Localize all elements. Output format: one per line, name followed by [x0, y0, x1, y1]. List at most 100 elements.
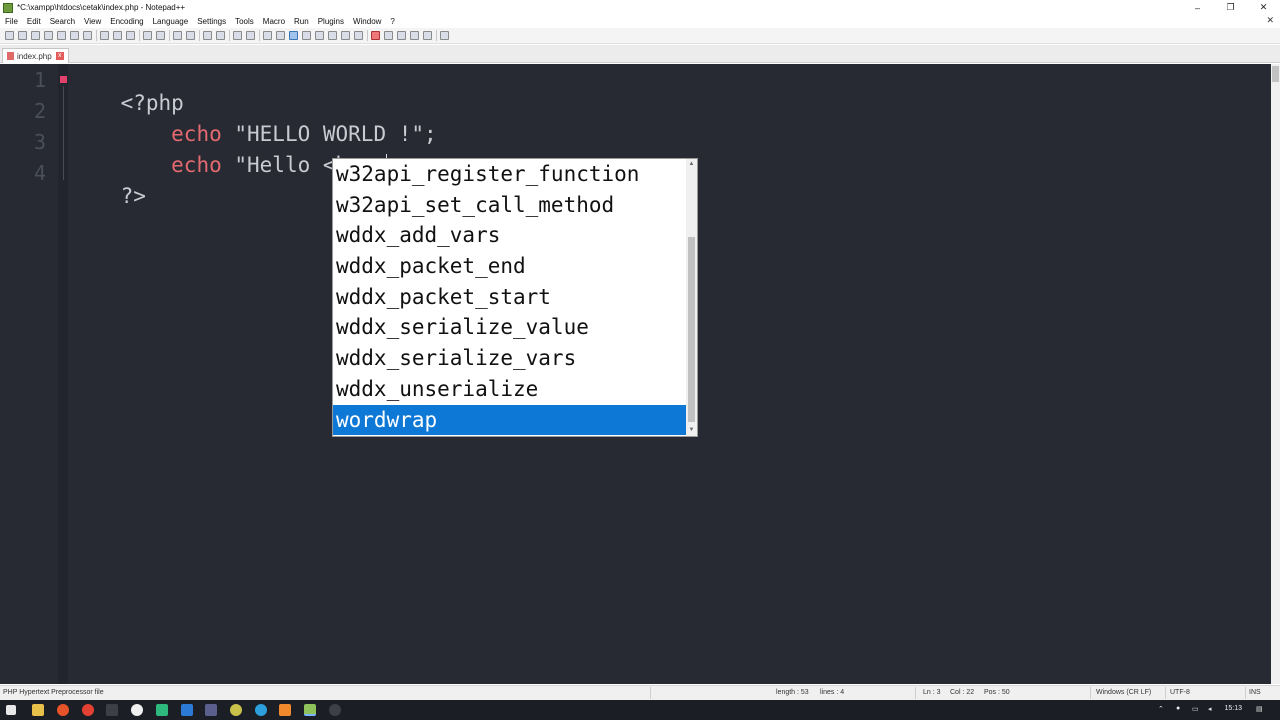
menu-file[interactable]: File: [5, 17, 18, 26]
vscode-icon[interactable]: [181, 704, 193, 716]
new-file-icon[interactable]: [5, 31, 14, 40]
close-file-icon[interactable]: [57, 31, 66, 40]
indent-guide-icon[interactable]: [289, 31, 298, 40]
scroll-up-arrow-icon[interactable]: ▲: [687, 160, 696, 169]
app-icon[interactable]: [131, 704, 143, 716]
print-icon[interactable]: [83, 31, 92, 40]
close-button[interactable]: ✕: [1247, 0, 1280, 15]
status-divider: [1245, 687, 1246, 699]
status-divider: [1090, 687, 1091, 699]
autocomplete-item-selected[interactable]: wordwrap: [333, 404, 688, 436]
title-bar: *C:\xampp\htdocs\cetak\index.php - Notep…: [0, 0, 1280, 15]
launch-in-browser-icon[interactable]: [440, 31, 449, 40]
volume-icon[interactable]: ◂: [1208, 705, 1212, 713]
tab-close-icon[interactable]: x: [55, 52, 64, 60]
autocomplete-item[interactable]: w32api_register_function: [333, 159, 688, 190]
close-all-icon[interactable]: [70, 31, 79, 40]
record-macro-icon[interactable]: [371, 31, 380, 40]
app-icon[interactable]: [205, 704, 217, 716]
menu-edit[interactable]: Edit: [27, 17, 41, 26]
firefox-icon[interactable]: [57, 704, 69, 716]
word-wrap-icon[interactable]: [263, 31, 272, 40]
autocomplete-item[interactable]: wddx_serialize_vars: [333, 343, 688, 374]
show-all-characters-icon[interactable]: [276, 31, 285, 40]
window-controls: – ❐ ✕: [1181, 0, 1280, 15]
user-defined-language-icon[interactable]: [302, 31, 311, 40]
close-document-icon[interactable]: ✕: [1266, 15, 1274, 26]
editor-vertical-scrollbar[interactable]: [1271, 64, 1280, 684]
microphone-icon[interactable]: ●: [1176, 705, 1180, 712]
menu-encoding[interactable]: Encoding: [110, 17, 143, 26]
scroll-down-arrow-icon[interactable]: ▼: [687, 426, 696, 435]
toolbar-separator: [259, 30, 260, 41]
menu-plugins[interactable]: Plugins: [318, 17, 344, 26]
function-list-icon[interactable]: [328, 31, 337, 40]
minimize-button[interactable]: –: [1181, 0, 1214, 15]
document-map-icon[interactable]: [315, 31, 324, 40]
autocomplete-item[interactable]: w32api_set_call_method: [333, 190, 688, 221]
fold-toggle-icon[interactable]: [60, 76, 67, 83]
menu-settings[interactable]: Settings: [197, 17, 226, 26]
telegram-icon[interactable]: [255, 704, 267, 716]
network-icon[interactable]: ▭: [1192, 705, 1199, 713]
redo-icon[interactable]: [156, 31, 165, 40]
terminal-icon[interactable]: [106, 704, 118, 716]
autocomplete-item[interactable]: wddx_packet_end: [333, 251, 688, 282]
app-icon[interactable]: [329, 704, 341, 716]
paste-icon[interactable]: [126, 31, 135, 40]
sync-horizontal-icon[interactable]: [246, 31, 255, 40]
autocomplete-scrollbar-thumb[interactable]: [688, 237, 695, 422]
autocomplete-scrollbar[interactable]: ▲ ▼: [686, 159, 697, 436]
tab-label: index.php: [17, 51, 52, 61]
chrome-icon[interactable]: [82, 704, 94, 716]
copy-icon[interactable]: [113, 31, 122, 40]
xampp-icon[interactable]: [279, 704, 291, 716]
cut-icon[interactable]: [100, 31, 109, 40]
save-all-icon[interactable]: [44, 31, 53, 40]
stop-recording-icon[interactable]: [384, 31, 393, 40]
folder-as-workspace-icon[interactable]: [341, 31, 350, 40]
save-macro-icon[interactable]: [423, 31, 432, 40]
menu-window[interactable]: Window: [353, 17, 381, 26]
save-icon[interactable]: [31, 31, 40, 40]
taskbar-clock[interactable]: 15:13: [1224, 705, 1242, 712]
tray-chevron-icon[interactable]: ⌃: [1158, 705, 1164, 713]
file-explorer-icon[interactable]: [32, 704, 44, 716]
restore-button[interactable]: ❐: [1214, 0, 1247, 15]
toolbar-separator: [169, 30, 170, 41]
zoom-in-icon[interactable]: [203, 31, 212, 40]
find-icon[interactable]: [173, 31, 182, 40]
sync-vertical-icon[interactable]: [233, 31, 242, 40]
undo-icon[interactable]: [143, 31, 152, 40]
autocomplete-item[interactable]: wddx_add_vars: [333, 220, 688, 251]
open-file-icon[interactable]: [18, 31, 27, 40]
menu-view[interactable]: View: [84, 17, 101, 26]
run-macro-multiple-icon[interactable]: [410, 31, 419, 40]
toolbar-separator: [199, 30, 200, 41]
zoom-out-icon[interactable]: [216, 31, 225, 40]
menu-language[interactable]: Language: [153, 17, 189, 26]
menu-run[interactable]: Run: [294, 17, 309, 26]
scrollbar-thumb[interactable]: [1272, 66, 1279, 82]
menu-help[interactable]: ?: [390, 17, 394, 26]
toolbar-separator: [96, 30, 97, 41]
status-encoding: UTF-8: [1170, 689, 1190, 696]
status-bar: PHP Hypertext Preprocessor file length :…: [0, 685, 1280, 700]
tab-index-php[interactable]: index.php x: [2, 48, 69, 63]
start-button-icon[interactable]: [6, 705, 16, 715]
playback-macro-icon[interactable]: [397, 31, 406, 40]
status-lines: lines : 4: [820, 689, 845, 696]
menu-search[interactable]: Search: [50, 17, 75, 26]
app-icon[interactable]: [230, 704, 242, 716]
replace-icon[interactable]: [186, 31, 195, 40]
autocomplete-item[interactable]: wddx_packet_start: [333, 282, 688, 313]
gitkraken-icon[interactable]: [156, 704, 168, 716]
monitoring-icon[interactable]: [354, 31, 363, 40]
status-eol: Windows (CR LF): [1096, 689, 1152, 696]
notification-icon[interactable]: ▤: [1256, 705, 1263, 713]
menu-tools[interactable]: Tools: [235, 17, 254, 26]
menu-macro[interactable]: Macro: [263, 17, 285, 26]
autocomplete-item[interactable]: wddx_serialize_value: [333, 312, 688, 343]
notepad-plus-plus-taskbar-icon[interactable]: [304, 704, 316, 716]
autocomplete-item[interactable]: wddx_unserialize: [333, 374, 688, 405]
